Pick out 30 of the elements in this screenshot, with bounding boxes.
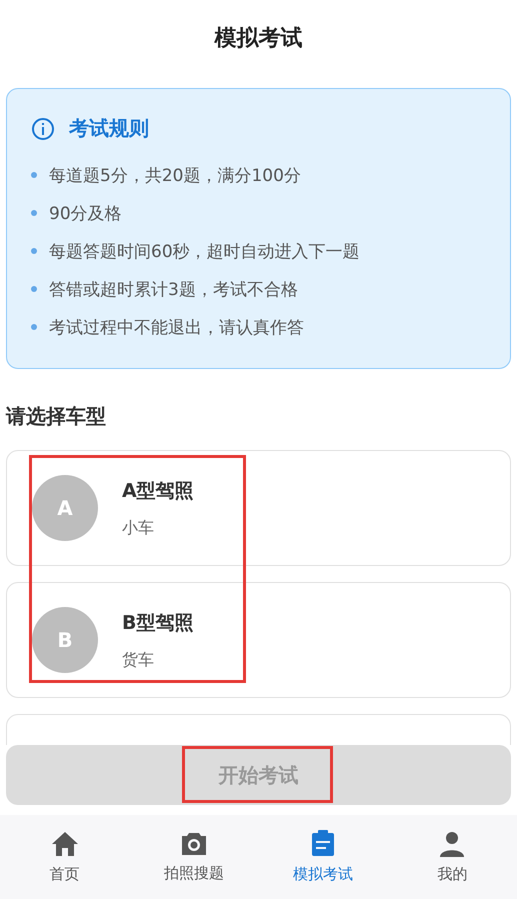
rule-text: 90分及格 xyxy=(49,202,122,224)
vehicle-type: 货车 xyxy=(122,650,155,670)
person-icon xyxy=(439,830,466,856)
camera-icon xyxy=(180,831,208,856)
vehicle-card[interactable]: A A型驾照 小车 xyxy=(6,450,511,566)
nav-tab[interactable]: 拍照搜题 xyxy=(129,815,258,899)
rule-text: 考试过程中不能退出，请认真作答 xyxy=(49,316,304,338)
letter-avatar: B xyxy=(32,607,98,673)
rule-text: 每道题5分，共20题，满分100分 xyxy=(49,164,301,186)
bullet-dot xyxy=(31,324,37,330)
vehicle-card[interactable]: B B型驾照 货车 xyxy=(6,582,511,698)
rule-text: 答错或超时累计3题，考试不合格 xyxy=(49,278,298,300)
vehicle-type: 小车 xyxy=(122,518,155,538)
license-name: A型驾照 xyxy=(122,478,194,504)
nav-tab[interactable]: 首页 xyxy=(0,815,130,899)
page-title: 模拟考试 xyxy=(214,25,302,53)
letter-avatar: A xyxy=(32,475,98,541)
clipboard-icon xyxy=(311,830,336,857)
home-icon xyxy=(50,830,79,856)
bullet-dot xyxy=(31,210,37,216)
bullet-dot xyxy=(31,248,37,254)
nav-tab[interactable]: 模拟考试 xyxy=(258,815,388,899)
info-icon xyxy=(31,116,55,140)
bullet-dot xyxy=(31,172,37,178)
rules-title: 考试规则 xyxy=(69,115,149,142)
nav-tab[interactable]: 我的 xyxy=(388,815,517,899)
bullet-dot xyxy=(31,286,37,292)
license-name: B型驾照 xyxy=(122,610,194,636)
rule-text: 每题答题时间60秒，超时自动进入下一题 xyxy=(49,240,360,262)
section-title: 请选择车型 xyxy=(6,403,107,430)
